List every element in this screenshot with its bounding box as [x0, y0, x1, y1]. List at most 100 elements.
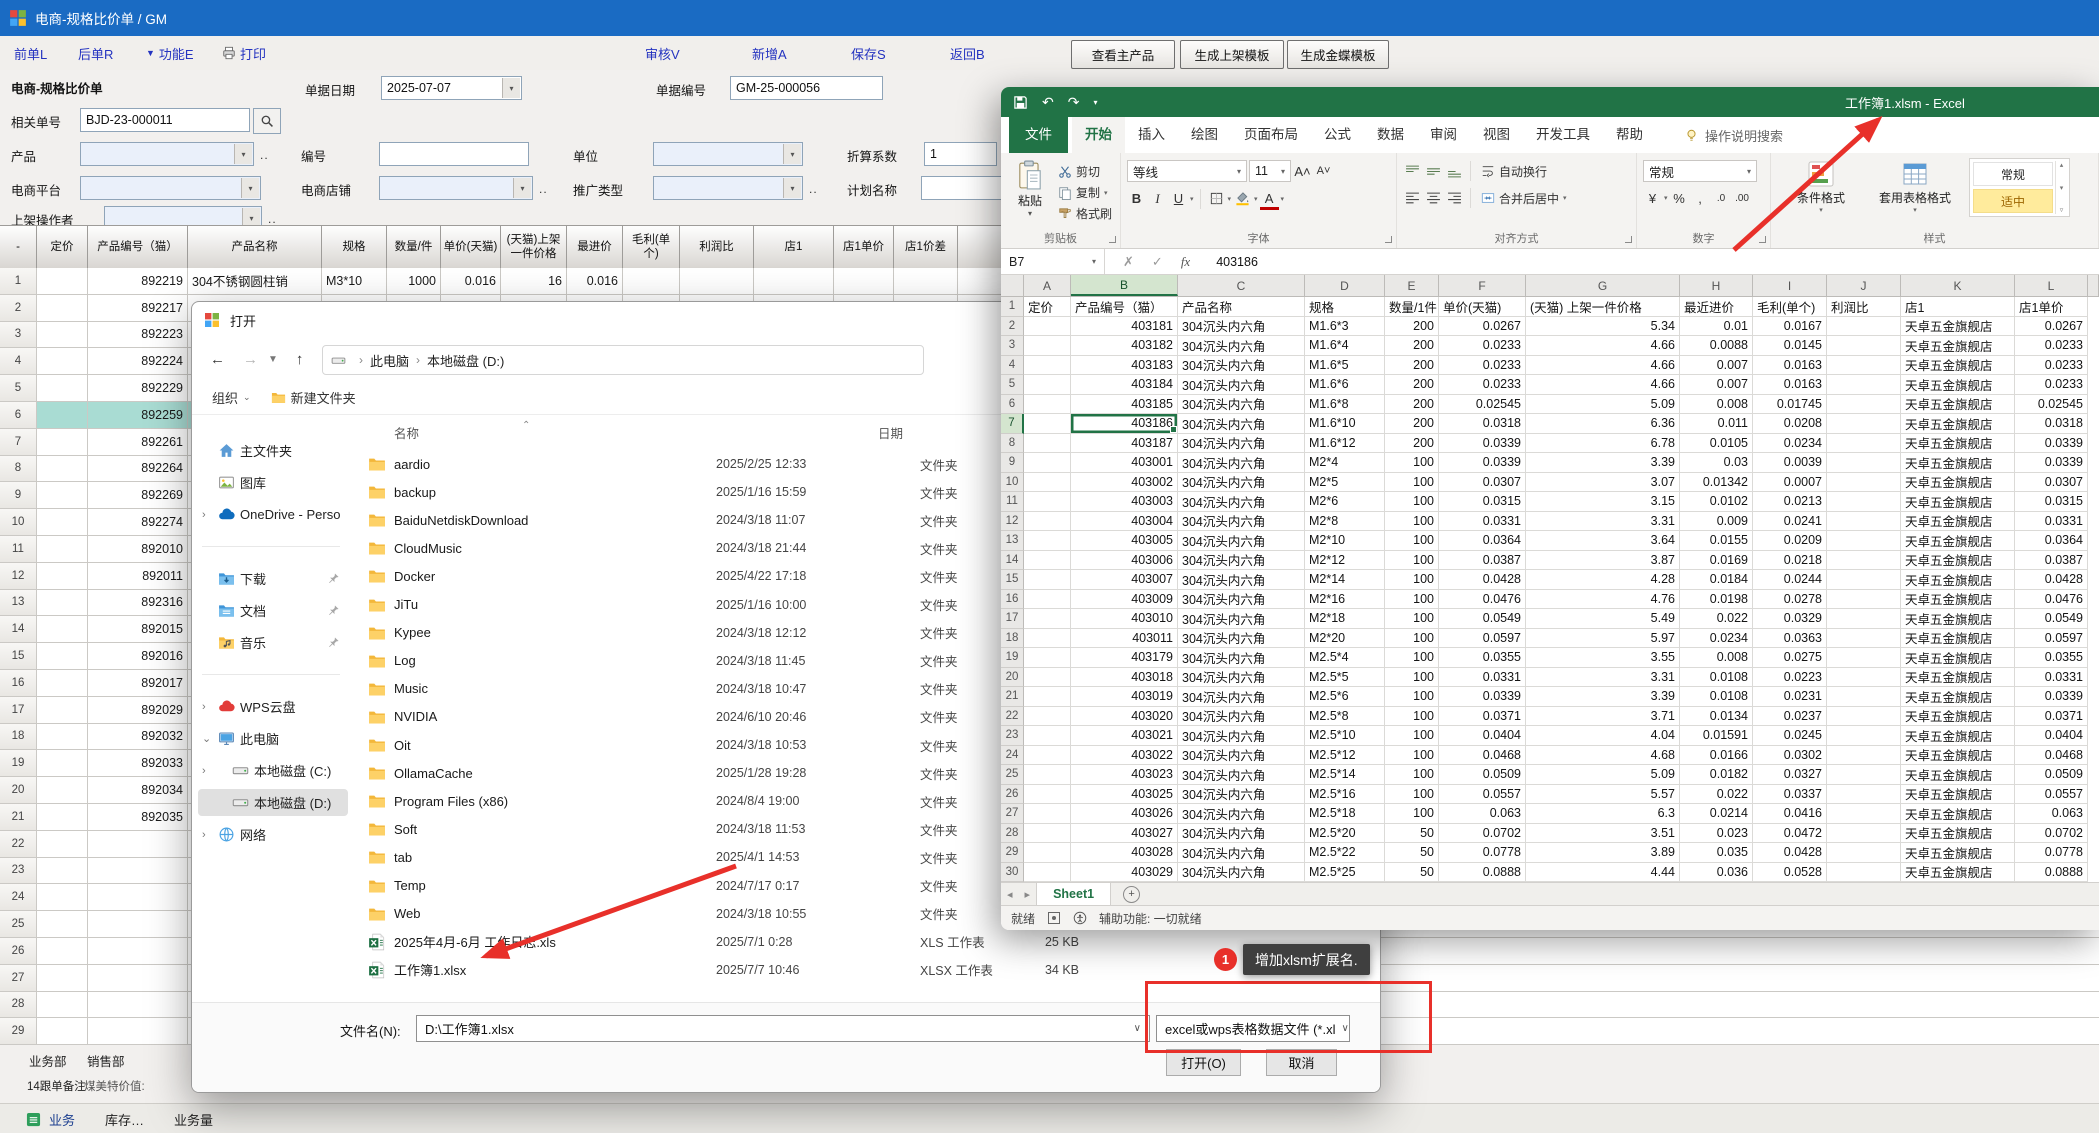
excel-row-header-5[interactable]: 5	[1001, 375, 1024, 395]
excel-cell[interactable]	[1024, 765, 1071, 785]
excel-cell[interactable]: 0.0233	[2015, 375, 2088, 395]
excel-cell[interactable]: 0.0339	[2015, 687, 2088, 707]
excel-row-header-17[interactable]: 17	[1001, 609, 1024, 629]
excel-cell[interactable]: 403019	[1071, 687, 1178, 707]
row-number[interactable]: 23	[0, 858, 37, 884]
excel-cell[interactable]: 0.0155	[1680, 531, 1753, 551]
excel-cell[interactable]: 0.0102	[1680, 492, 1753, 512]
excel-cell[interactable]	[1827, 609, 1901, 629]
excel-cell[interactable]: 0.0209	[1753, 531, 1827, 551]
excel-cell[interactable]: 403020	[1071, 707, 1178, 727]
excel-cell[interactable]: 0.0233	[1439, 375, 1526, 395]
table-cell[interactable]	[37, 402, 88, 428]
excel-row-header-6[interactable]: 6	[1001, 395, 1024, 415]
excel-cell[interactable]: 0.0778	[1439, 843, 1526, 863]
table-cell[interactable]: 892274	[88, 509, 188, 535]
excel-cell[interactable]: 天卓五金旗舰店	[1901, 843, 2015, 863]
excel-cell[interactable]: 100	[1385, 726, 1439, 746]
excel-col-header-K[interactable]: K	[1901, 275, 2015, 296]
table-cell[interactable]	[88, 884, 188, 910]
excel-cell[interactable]: 403006	[1071, 551, 1178, 571]
excel-cell[interactable]: (天猫) 上架一件价格	[1526, 297, 1680, 317]
excel-cell[interactable]	[1024, 414, 1071, 434]
excel-cell[interactable]: 0.0241	[1753, 512, 1827, 532]
table-cell[interactable]: 304不锈钢圆柱销	[188, 268, 322, 294]
excel-cell[interactable]: 0.0245	[1753, 726, 1827, 746]
column-header[interactable]: 店1价差	[894, 226, 958, 269]
excel-cell[interactable]: 0.0088	[1680, 336, 1753, 356]
excel-cell[interactable]: M2.5*8	[1305, 707, 1385, 727]
excel-cell[interactable]: 0.063	[1439, 804, 1526, 824]
excel-cell[interactable]: 利润比	[1827, 297, 1901, 317]
excel-cell[interactable]: 4.66	[1526, 336, 1680, 356]
open-button[interactable]: 打开(O)	[1166, 1049, 1241, 1076]
excel-cell[interactable]: 304沉头内六角	[1178, 746, 1305, 766]
sidebar-item-WPS云盘[interactable]: ›WPS云盘	[198, 693, 348, 720]
excel-cell[interactable]: 304沉头内六角	[1178, 668, 1305, 688]
related-field[interactable]: BJD-23-000011	[80, 108, 250, 132]
excel-row-header-28[interactable]: 28	[1001, 824, 1024, 844]
promo-more-button[interactable]: ..	[809, 182, 818, 196]
excel-cell[interactable]: 0.0549	[2015, 609, 2088, 629]
expander-chevron-icon[interactable]: ›	[202, 757, 206, 784]
column-header[interactable]: 店1	[754, 226, 834, 269]
excel-row-header-16[interactable]: 16	[1001, 590, 1024, 610]
excel-col-header-C[interactable]: C	[1178, 275, 1305, 296]
excel-cell[interactable]: 100	[1385, 746, 1439, 766]
excel-cell[interactable]: 0.0331	[2015, 668, 2088, 688]
excel-cell[interactable]	[1827, 843, 1901, 863]
excel-cell[interactable]: 3.89	[1526, 843, 1680, 863]
ribbon-tab-绘图[interactable]: 绘图	[1178, 117, 1231, 153]
excel-cell[interactable]: M2.5*18	[1305, 804, 1385, 824]
excel-cell[interactable]: M2.5*22	[1305, 843, 1385, 863]
alignment-dialog-launcher[interactable]	[1625, 236, 1632, 243]
excel-cell[interactable]: 0.008	[1680, 395, 1753, 415]
excel-cell[interactable]: 0.0318	[1439, 414, 1526, 434]
excel-cell[interactable]: 0.0888	[2015, 863, 2088, 883]
table-cell[interactable]: 892029	[88, 697, 188, 723]
clipboard-dialog-launcher[interactable]	[1109, 236, 1116, 243]
table-cell[interactable]: 892269	[88, 482, 188, 508]
excel-cell[interactable]	[1024, 434, 1071, 454]
table-cell[interactable]: M3*10	[322, 268, 387, 294]
excel-cell[interactable]: 天卓五金旗舰店	[1901, 414, 2015, 434]
excel-cell[interactable]: 天卓五金旗舰店	[1901, 375, 2015, 395]
excel-cell[interactable]	[1827, 707, 1901, 727]
table-cell[interactable]: 892219	[88, 268, 188, 294]
excel-cell[interactable]: 403027	[1071, 824, 1178, 844]
excel-cell[interactable]	[1827, 473, 1901, 493]
excel-cell[interactable]: 4.68	[1526, 746, 1680, 766]
excel-cell[interactable]	[1024, 512, 1071, 532]
excel-row-header-30[interactable]: 30	[1001, 863, 1024, 883]
table-cell[interactable]	[37, 322, 88, 348]
row-number[interactable]: 27	[0, 965, 37, 991]
excel-cell[interactable]: 0.0213	[1753, 492, 1827, 512]
cancel-button[interactable]: 取消	[1266, 1049, 1337, 1076]
table-cell[interactable]	[37, 670, 88, 696]
excel-cell[interactable]: 0.0355	[2015, 648, 2088, 668]
excel-cell[interactable]: 0.0337	[1753, 785, 1827, 805]
row-number[interactable]: 25	[0, 911, 37, 937]
excel-cell[interactable]	[1024, 726, 1071, 746]
excel-cell[interactable]: 0.0163	[1753, 356, 1827, 376]
excel-cell[interactable]: 0.0145	[1753, 336, 1827, 356]
excel-cell[interactable]: 0.0476	[2015, 590, 2088, 610]
next-doc-button[interactable]: 后单R	[78, 36, 113, 70]
excel-row-header-10[interactable]: 10	[1001, 473, 1024, 493]
excel-cell[interactable]: 304沉头内六角	[1178, 629, 1305, 649]
excel-cell[interactable]: 0.0307	[1439, 473, 1526, 493]
excel-cell[interactable]: 店1单价	[2015, 297, 2088, 317]
excel-cell[interactable]: 0.0404	[1439, 726, 1526, 746]
excel-cell[interactable]: 天卓五金旗舰店	[1901, 609, 2015, 629]
ribbon-tab-视图[interactable]: 视图	[1470, 117, 1523, 153]
excel-col-header-E[interactable]: E	[1385, 275, 1439, 296]
excel-cell[interactable]	[1827, 648, 1901, 668]
excel-cell[interactable]: 天卓五金旗舰店	[1901, 629, 2015, 649]
excel-cell[interactable]	[1024, 746, 1071, 766]
table-cell[interactable]: 892035	[88, 804, 188, 830]
excel-cell[interactable]: 403009	[1071, 590, 1178, 610]
excel-cell[interactable]: 403179	[1071, 648, 1178, 668]
excel-cell[interactable]: 0.036	[1680, 863, 1753, 883]
table-cell[interactable]: 1000	[387, 268, 441, 294]
row-number[interactable]: 18	[0, 724, 37, 750]
